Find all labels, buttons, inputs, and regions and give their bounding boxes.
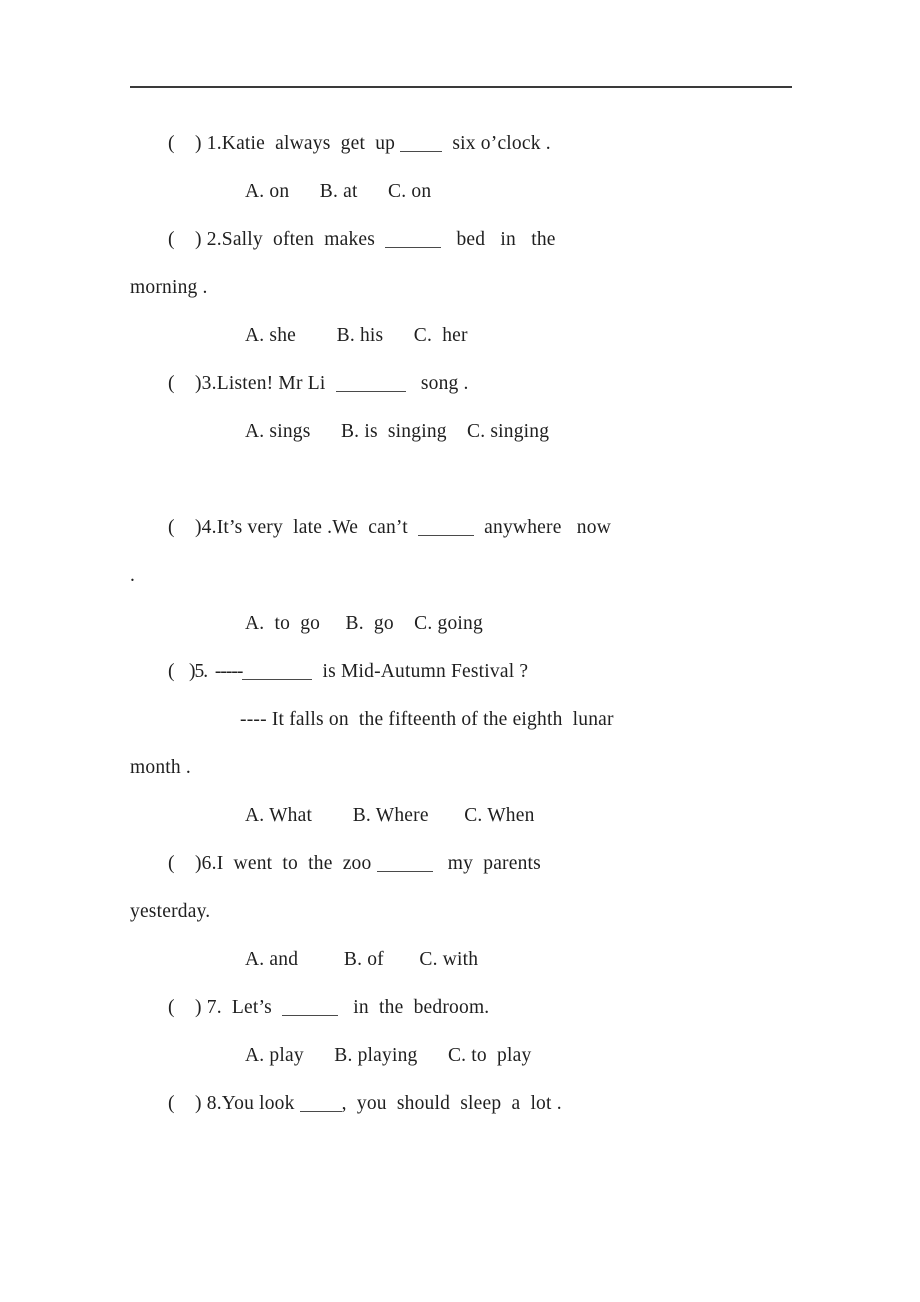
question-4-stem-prefix: ( )4.It’s very late .We can’t xyxy=(168,517,419,538)
question-2-stem-suffix: bed in the xyxy=(441,229,556,250)
question-2-blank[interactable] xyxy=(385,233,442,248)
question-1-options[interactable]: A. on B. at C. on xyxy=(130,168,792,216)
question-6-stem-prefix: ( )6.I went to the zoo xyxy=(168,853,377,874)
question-5-stem-prefix: ( )5. ----- xyxy=(168,661,243,682)
question-6-blank[interactable] xyxy=(376,857,433,872)
question-3-stem-suffix: song . xyxy=(405,373,469,394)
question-6-continuation: yesterday. xyxy=(130,901,211,922)
question-7-stem: ( ) 7. Let’s in the bedroom. xyxy=(130,984,792,1032)
question-4-stem-suffix: anywhere now xyxy=(474,517,611,538)
question-4-options[interactable]: A. to go B. go C. going xyxy=(130,600,792,648)
question-5-continuation: month . xyxy=(130,757,191,778)
question-5-options[interactable]: A. What B. Where C. When xyxy=(130,792,792,840)
question-2-stem: ( ) 2.Sally often makes bed in the xyxy=(130,216,792,264)
question-7-stem-prefix: ( ) 7. Let’s xyxy=(168,997,283,1018)
question-7-options[interactable]: A. play B. playing C. to play xyxy=(130,1032,792,1080)
question-8-stem-suffix: , you should sleep a lot . xyxy=(341,1093,562,1114)
question-1-blank[interactable] xyxy=(400,137,443,152)
question-8-stem-prefix: ( ) 8.You look xyxy=(168,1093,300,1114)
question-2-continuation: morning . xyxy=(130,277,208,298)
question-4-continuation: . xyxy=(130,565,136,586)
question-4-stem: ( )4.It’s very late .We can’t anywhere n… xyxy=(130,504,792,552)
question-3-options[interactable]: A. sings B. is singing C. singing xyxy=(130,408,792,456)
question-1-stem-prefix: ( ) 1.Katie always get up xyxy=(168,133,401,154)
question-8-stem: ( ) 8.You look , you should sleep a lot … xyxy=(130,1080,792,1128)
question-5-stem-suffix: is Mid-Autumn Festival ? xyxy=(312,661,529,682)
worksheet-body: ( ) 1.Katie always get up six o’clock . … xyxy=(130,120,792,1128)
question-1-stem-suffix: six o’clock . xyxy=(442,133,551,154)
question-4-blank[interactable] xyxy=(418,521,475,536)
question-7-blank[interactable] xyxy=(282,1001,339,1016)
question-3-blank[interactable] xyxy=(335,377,406,392)
header-horizontal-rule xyxy=(130,86,792,88)
question-5-stem: ( )5. ----- is Mid-Autumn Festival ? xyxy=(130,648,792,696)
question-6-stem: ( )6.I went to the zoo my parents xyxy=(130,840,792,888)
blank-spacer-line xyxy=(130,456,792,504)
question-6-stem-suffix: my parents xyxy=(432,853,541,874)
question-2-options[interactable]: A. she B. his C. her xyxy=(130,312,792,360)
question-5-answer-line: ---- It falls on the fifteenth of the ei… xyxy=(240,709,614,730)
document-page: ( ) 1.Katie always get up six o’clock . … xyxy=(0,0,920,1302)
question-1-stem: ( ) 1.Katie always get up six o’clock . xyxy=(130,120,792,168)
question-3-stem-prefix: ( )3.Listen! Mr Li xyxy=(168,373,336,394)
question-8-blank[interactable] xyxy=(299,1097,342,1112)
question-6-options[interactable]: A. and B. of C. with xyxy=(130,936,792,984)
question-7-stem-suffix: in the bedroom. xyxy=(338,997,490,1018)
question-2-stem-prefix: ( ) 2.Sally often makes xyxy=(168,229,386,250)
question-5-blank[interactable] xyxy=(242,665,313,680)
question-3-stem: ( )3.Listen! Mr Li song . xyxy=(130,360,792,408)
